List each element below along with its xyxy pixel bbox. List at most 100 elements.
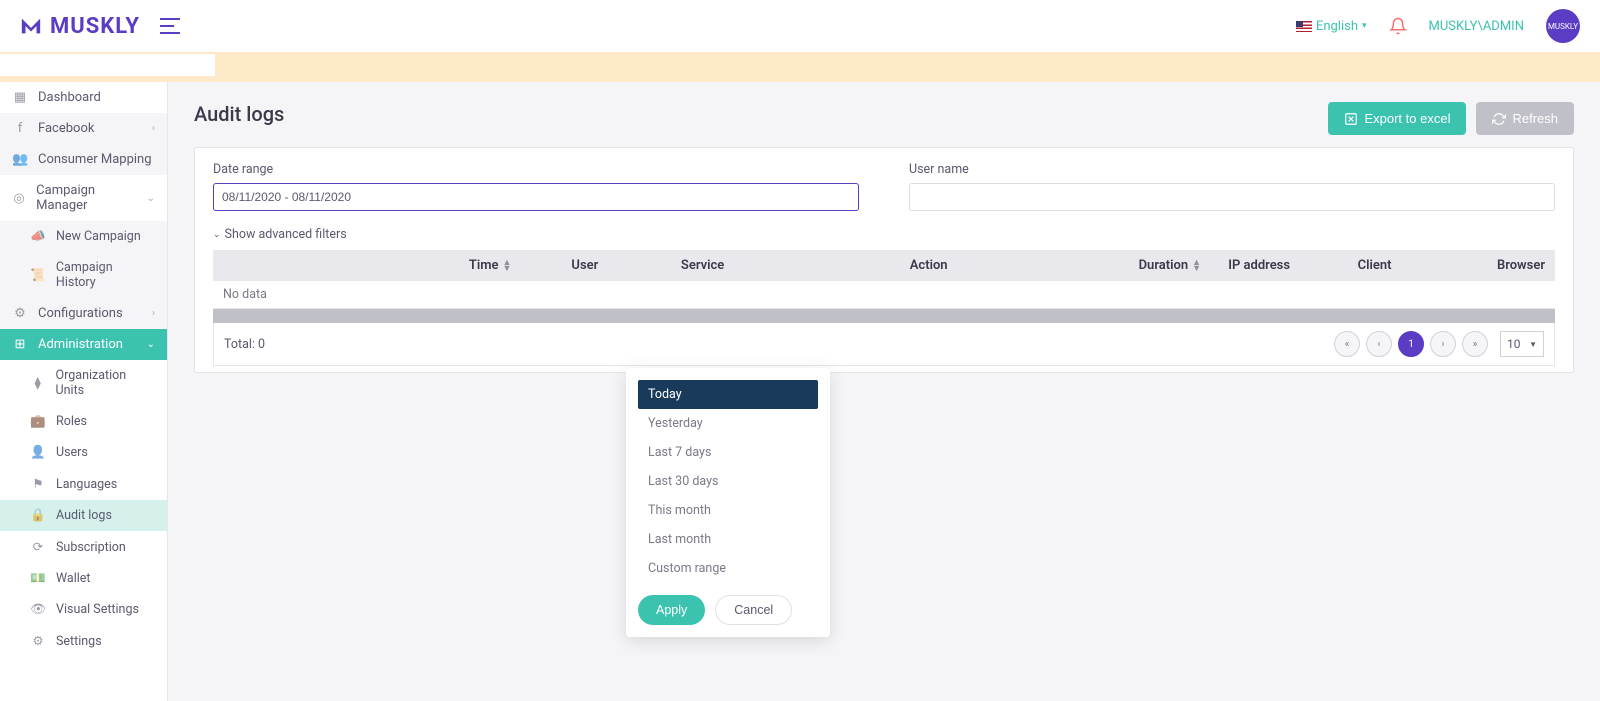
sidebar-item-label: Languages	[56, 477, 117, 492]
page-prev-button[interactable]: ‹	[1366, 331, 1392, 357]
topbar: MUSKLY English ▾ MUSKLY\ADMIN MUSKLY	[0, 0, 1600, 52]
brand-logo[interactable]: MUSKLY	[20, 14, 140, 39]
sort-icon: ▲▼	[502, 260, 511, 272]
date-range-label: Date range	[213, 162, 859, 177]
page-first-button[interactable]: «	[1334, 331, 1360, 357]
sidebar-item-facebook[interactable]: f Facebook ›	[0, 113, 167, 144]
sidebar-item-audit-logs[interactable]: 🔒 Audit logs	[0, 500, 167, 531]
th-browser[interactable]: Browser	[1487, 258, 1555, 273]
topbar-right: English ▾ MUSKLY\ADMIN MUSKLY	[1296, 9, 1580, 43]
gear-icon: ⚙	[30, 633, 46, 649]
total-count: Total: 0	[224, 337, 265, 352]
dd-last-month[interactable]: Last month	[638, 525, 818, 554]
sidebar-item-settings[interactable]: ⚙ Settings	[0, 625, 167, 657]
th-action[interactable]: Action	[900, 258, 1129, 273]
dd-this-month[interactable]: This month	[638, 496, 818, 525]
sidebar-item-subscription[interactable]: ⟳ Subscription	[0, 531, 167, 563]
page-next-button[interactable]: ›	[1430, 331, 1456, 357]
show-advanced-filters[interactable]: ⌄ Show advanced filters	[213, 227, 1555, 242]
target-icon: ◎	[12, 191, 26, 206]
apply-button[interactable]: Apply	[638, 595, 705, 625]
table-footer: Total: 0 « ‹ 1 › » 10 ▼	[213, 323, 1555, 366]
cancel-button[interactable]: Cancel	[715, 595, 792, 625]
sidebar-item-label: Administration	[38, 337, 123, 352]
sidebar-item-label: Users	[56, 445, 88, 460]
sidebar-item-languages[interactable]: ⚑ Languages	[0, 468, 167, 500]
page-last-button[interactable]: »	[1462, 331, 1488, 357]
th-time[interactable]: Time ▲▼	[213, 258, 561, 273]
org-icon: ⧫	[30, 375, 46, 391]
sidebar-item-roles[interactable]: 💼 Roles	[0, 406, 167, 437]
table-divider	[213, 309, 1555, 323]
table-nodata: No data	[213, 281, 1555, 309]
dashboard-icon: ▦	[12, 90, 28, 105]
page-title: Audit logs	[194, 102, 284, 126]
sidebar-item-consumer-mapping[interactable]: 👥 Consumer Mapping	[0, 144, 167, 175]
th-ip[interactable]: IP address	[1218, 258, 1347, 273]
notice-patch	[0, 54, 215, 76]
brand-text: MUSKLY	[50, 14, 140, 39]
sidebar-item-configurations[interactable]: ⚙ Configurations ›	[0, 298, 167, 329]
sidebar-item-label: Roles	[56, 414, 87, 429]
users-icon: 👥	[12, 152, 28, 167]
cogs-icon: ⚙	[12, 306, 28, 321]
language-selector[interactable]: English ▾	[1296, 19, 1367, 34]
table-header: Time ▲▼ User Service Action Duration ▲▼ …	[213, 250, 1555, 281]
audit-table: Time ▲▼ User Service Action Duration ▲▼ …	[213, 250, 1555, 366]
username-label: User name	[909, 162, 1555, 177]
sidebar-item-visual-settings[interactable]: 👁 Visual Settings	[0, 594, 167, 625]
language-label: English	[1316, 19, 1358, 34]
menu-toggle-icon[interactable]	[160, 18, 180, 34]
briefcase-icon: 💼	[30, 414, 46, 429]
sidebar-item-label: Configurations	[38, 306, 123, 321]
sidebar-item-campaign-manager[interactable]: ◎ Campaign Manager ⌄	[0, 175, 167, 221]
th-duration[interactable]: Duration ▲▼	[1129, 258, 1219, 273]
chevron-down-icon: ▾	[1362, 21, 1367, 31]
dd-last30[interactable]: Last 30 days	[638, 467, 818, 496]
refresh-icon	[1492, 112, 1506, 126]
flag-icon	[1296, 21, 1312, 32]
excel-icon	[1344, 112, 1358, 126]
sidebar-item-campaign-history[interactable]: 📜 Campaign History	[0, 252, 167, 298]
sidebar-item-label: Facebook	[38, 121, 94, 136]
sidebar-item-label: Settings	[56, 634, 102, 649]
refresh-icon: ⟳	[30, 539, 46, 555]
sidebar-item-org-units[interactable]: ⧫ Organization Units	[0, 360, 167, 406]
sidebar-item-label: Organization Units	[56, 368, 155, 398]
th-service[interactable]: Service	[671, 258, 900, 273]
sidebar-item-label: Audit logs	[56, 508, 112, 523]
chevron-right-icon: ›	[152, 123, 155, 134]
sidebar-item-users[interactable]: 👤 Users	[0, 437, 167, 468]
dd-last7[interactable]: Last 7 days	[638, 438, 818, 467]
th-client[interactable]: Client	[1348, 258, 1487, 273]
page-size-select[interactable]: 10 ▼	[1500, 331, 1544, 357]
sidebar-item-administration[interactable]: ⊞ Administration ⌄	[0, 329, 167, 360]
sidebar-item-wallet[interactable]: 💵 Wallet	[0, 563, 167, 594]
date-range-input[interactable]	[213, 183, 859, 211]
dd-yesterday[interactable]: Yesterday	[638, 409, 818, 438]
sidebar-item-label: Wallet	[56, 571, 91, 586]
admin-icon: ⊞	[12, 337, 28, 352]
facebook-icon: f	[12, 121, 28, 136]
chevron-right-icon: ›	[152, 308, 155, 319]
sidebar: ▦ Dashboard f Facebook › 👥 Consumer Mapp…	[0, 82, 168, 701]
sidebar-item-new-campaign[interactable]: 📣 New Campaign	[0, 221, 167, 252]
dd-custom[interactable]: Custom range	[638, 554, 818, 583]
export-excel-button[interactable]: Export to excel	[1328, 102, 1466, 135]
eye-icon: 👁	[30, 602, 46, 617]
flag-icon: ⚑	[30, 476, 46, 492]
username-label[interactable]: MUSKLY\ADMIN	[1429, 19, 1524, 34]
sidebar-item-dashboard[interactable]: ▦ Dashboard	[0, 82, 167, 113]
lock-icon: 🔒	[30, 508, 46, 523]
notifications-icon[interactable]	[1389, 17, 1407, 35]
dd-today[interactable]: Today	[638, 380, 818, 409]
refresh-button[interactable]: Refresh	[1476, 102, 1574, 135]
user-icon: 👤	[30, 445, 46, 460]
page-current[interactable]: 1	[1398, 331, 1424, 357]
chevron-down-icon: ⌄	[147, 193, 155, 204]
sort-icon: ▲▼	[1192, 260, 1201, 272]
sidebar-item-label: Dashboard	[38, 90, 101, 105]
username-input[interactable]	[909, 183, 1555, 211]
avatar[interactable]: MUSKLY	[1546, 9, 1580, 43]
th-user[interactable]: User	[561, 258, 671, 273]
